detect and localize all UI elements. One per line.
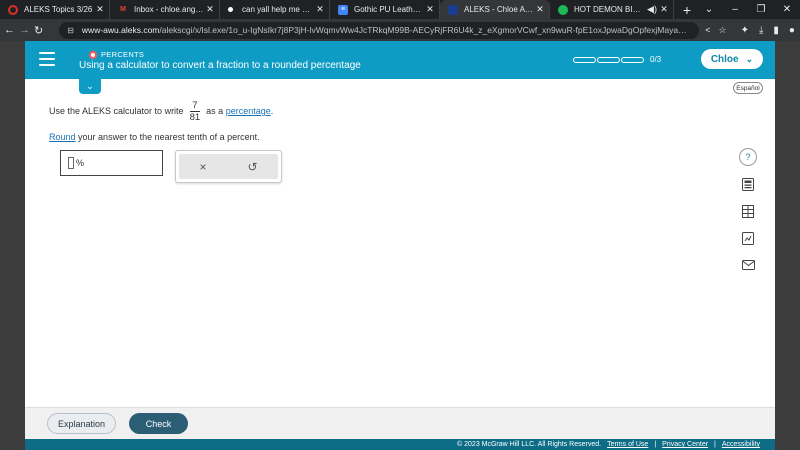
fraction-denominator: 81 xyxy=(189,111,201,123)
site-info-icon[interactable]: ⊟ xyxy=(67,26,74,35)
aleks-favicon-icon xyxy=(8,4,18,15)
tab-title: ALEKS - Chloe Angst - L xyxy=(464,5,535,14)
privacy-link[interactable]: Privacy Center xyxy=(662,441,708,448)
topic-category: PERCENTS xyxy=(89,50,144,59)
tab-search-icon[interactable]: ⌄ xyxy=(696,4,722,15)
browser-tab-active[interactable]: ALEKS - Chloe Angst - L ✕ xyxy=(440,0,550,19)
topic-title: Using a calculator to convert a fraction… xyxy=(79,60,361,71)
collapse-header-button[interactable]: ⌄ xyxy=(79,79,101,94)
separator: | xyxy=(654,441,657,448)
close-tab-icon[interactable]: ✕ xyxy=(205,4,215,15)
aleks-page: PERCENTS Using a calculator to convert a… xyxy=(25,41,775,450)
periodic-table-icon[interactable] xyxy=(739,202,757,220)
back-icon[interactable]: ← xyxy=(4,24,15,36)
calculator-icon[interactable] xyxy=(739,175,757,193)
terms-link[interactable]: Terms of Use xyxy=(607,441,648,448)
percentage-definition-link[interactable]: percentage xyxy=(226,106,271,116)
explanation-button[interactable]: Explanation xyxy=(47,413,116,434)
clear-icon[interactable]: × xyxy=(199,160,206,174)
audio-playing-icon[interactable]: ◀) xyxy=(645,4,659,15)
hamburger-menu-icon[interactable] xyxy=(39,52,55,66)
extensions-icon[interactable]: ✦ xyxy=(741,25,749,36)
aleks-favicon-icon xyxy=(448,4,458,15)
help-icon[interactable]: ? xyxy=(739,148,757,166)
forward-icon[interactable]: → xyxy=(19,24,30,36)
close-tab-icon[interactable]: ✕ xyxy=(95,4,105,15)
page-favicon-icon xyxy=(228,7,233,12)
undo-icon[interactable]: ↺ xyxy=(247,160,257,174)
user-menu-button[interactable]: Chloe ⌄ xyxy=(701,49,763,69)
browser-tab[interactable]: ALEKS Topics 3/26 ✕ xyxy=(0,0,110,19)
round-definition-link[interactable]: Round xyxy=(49,132,76,142)
textbook-icon[interactable] xyxy=(739,229,757,247)
message-icon[interactable] xyxy=(739,256,757,274)
close-tab-icon[interactable]: ✕ xyxy=(425,4,435,15)
question-middle: as a xyxy=(206,106,224,116)
progress-segment xyxy=(573,56,596,63)
bookmark-star-icon[interactable]: ☆ xyxy=(718,25,726,36)
topic-header: PERCENTS Using a calculator to convert a… xyxy=(25,41,775,79)
restore-icon[interactable]: ❐ xyxy=(748,4,774,15)
spanish-language-button[interactable]: Español xyxy=(733,82,763,94)
chevron-down-icon: ⌄ xyxy=(745,53,754,64)
gmail-favicon-icon: M xyxy=(120,6,126,13)
browser-toolbar: ← → ↻ ⊟ www-awu.aleks.com/alekscgi/x/Isl… xyxy=(0,19,800,41)
window-controls: ⌄ – ❐ ✕ xyxy=(696,0,800,19)
browser-tab[interactable]: ≡ Gothic PU Leather Hea ✕ xyxy=(330,0,440,19)
browser-tab[interactable]: HOT DEMON BITCH ◀) ✕ xyxy=(550,0,674,19)
check-button[interactable]: Check xyxy=(129,413,188,434)
minimize-icon[interactable]: – xyxy=(722,4,748,15)
reload-icon[interactable]: ↻ xyxy=(34,24,43,37)
question-text: Use the ALEKS calculator to write 7 81 a… xyxy=(49,99,274,143)
question-prefix: Use the ALEKS calculator to write xyxy=(49,106,184,116)
close-window-icon[interactable]: ✕ xyxy=(774,4,800,15)
topic-status-icon xyxy=(89,50,97,59)
browser-tab-strip: ALEKS Topics 3/26 ✕ M Inbox - chloe.angs… xyxy=(0,0,800,19)
instruction-text: your answer to the nearest tenth of a pe… xyxy=(78,132,260,142)
copyright-bar: © 2023 McGraw Hill LLC. All Rights Reser… xyxy=(25,439,775,450)
chevron-down-icon: ⌄ xyxy=(86,81,94,91)
profile-icon[interactable]: ● xyxy=(789,25,795,36)
spotify-favicon-icon xyxy=(558,4,568,15)
progress-text: 0/3 xyxy=(650,55,662,64)
action-bar: Explanation Check xyxy=(25,407,775,439)
separator: | xyxy=(714,441,716,448)
address-bar[interactable]: ⊟ www-awu.aleks.com/alekscgi/x/Isl.exe/1… xyxy=(59,21,700,39)
tab-title: Inbox - chloe.angst@s xyxy=(134,5,205,14)
share-icon[interactable]: < xyxy=(705,25,710,36)
tab-title: ALEKS Topics 3/26 xyxy=(24,5,93,14)
browser-tab[interactable]: M Inbox - chloe.angst@s ✕ xyxy=(110,0,220,19)
docs-favicon-icon: ≡ xyxy=(338,4,348,15)
omnibox-actions: < ☆ xyxy=(705,25,726,36)
tab-title: Gothic PU Leather Hea xyxy=(354,5,425,14)
answer-input[interactable]: % xyxy=(60,150,163,176)
tab-title: can yall help me with th xyxy=(242,5,315,14)
browser-tab[interactable]: can yall help me with th ✕ xyxy=(220,0,330,19)
fraction-numerator: 7 xyxy=(190,99,200,112)
copyright-text: © 2023 McGraw Hill LLC. All Rights Reser… xyxy=(457,441,602,448)
answer-tools-panel: × ↺ xyxy=(175,150,282,183)
url-text: www-awu.aleks.com/alekscgi/x/Isl.exe/1o_… xyxy=(81,25,692,35)
progress-indicator: 0/3 xyxy=(573,55,661,64)
progress-segment xyxy=(621,56,644,63)
answer-cursor xyxy=(68,157,74,169)
toolbar-right: ✦ ⤓ ▮ ● ⋮ xyxy=(741,25,800,36)
side-toolbar: ? xyxy=(739,148,761,283)
close-tab-icon[interactable]: ✕ xyxy=(315,4,325,15)
downloads-icon[interactable]: ⤓ xyxy=(759,25,763,36)
close-tab-icon[interactable]: ✕ xyxy=(659,4,669,15)
fraction: 7 81 xyxy=(190,100,201,123)
close-tab-icon[interactable]: ✕ xyxy=(535,4,545,15)
side-panel-icon[interactable]: ▮ xyxy=(773,25,779,36)
accessibility-link[interactable]: Accessibility xyxy=(722,441,760,448)
tab-title: HOT DEMON BITCH xyxy=(574,5,645,14)
progress-segment xyxy=(597,56,620,63)
percent-unit: % xyxy=(76,158,85,168)
